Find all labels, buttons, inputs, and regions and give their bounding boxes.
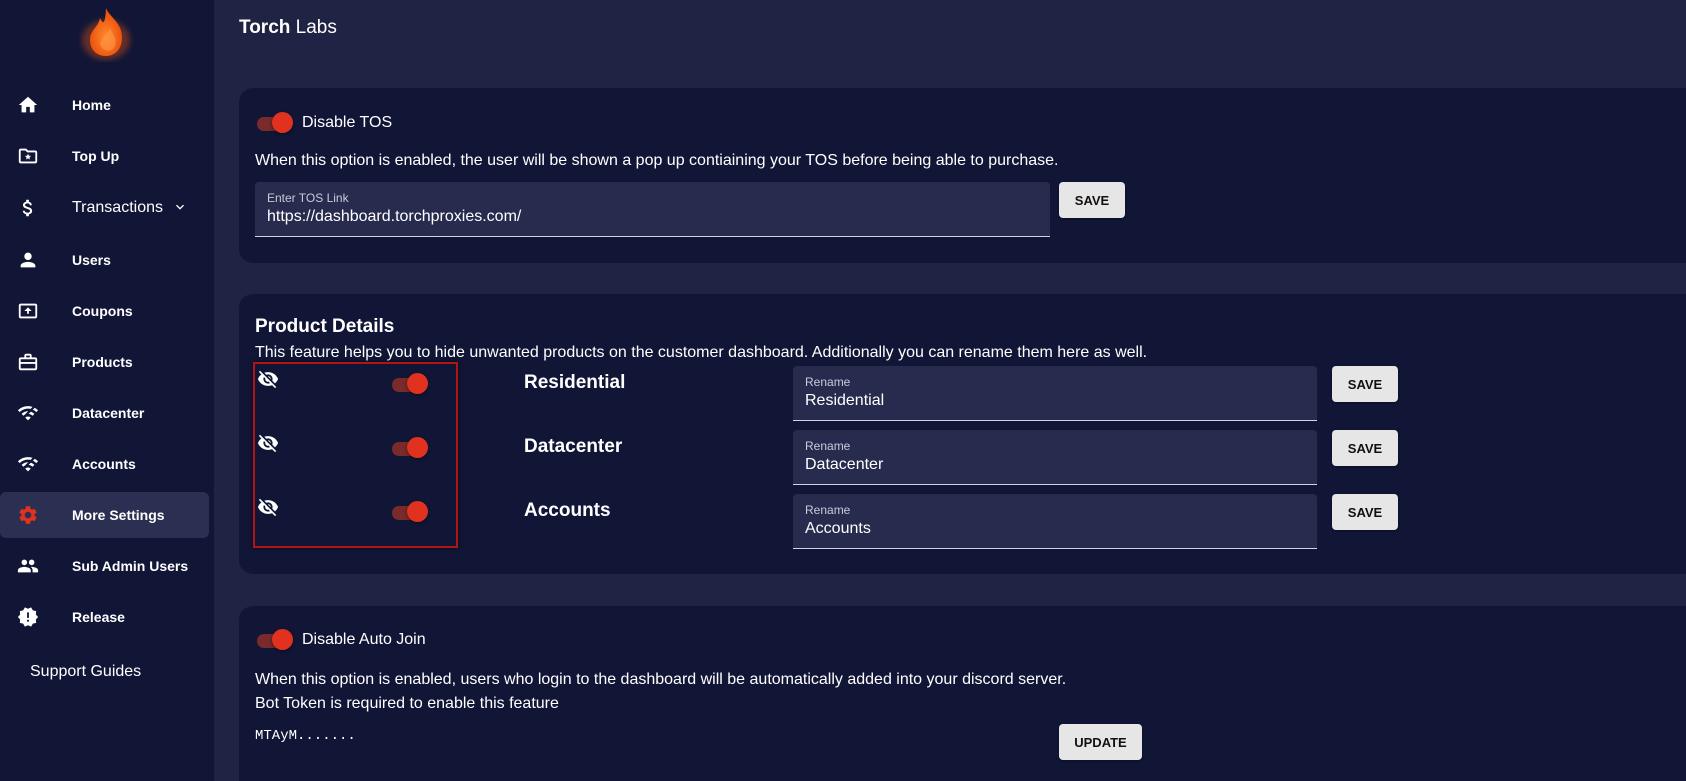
auto-join-description: When this option is enabled, users who l… — [255, 671, 1067, 688]
sidebar-item-label: Sub Admin Users — [72, 558, 189, 574]
sidebar-item-users[interactable]: Users — [0, 237, 209, 283]
sidebar-item-label: Home — [72, 97, 111, 113]
bot-token-value[interactable]: MTAyM....... — [255, 728, 356, 744]
product-name: Residential — [524, 372, 626, 393]
sidebar-item-label: Transactions — [72, 199, 163, 216]
sidebar-item-label: Accounts — [72, 456, 136, 472]
briefcase-icon — [16, 350, 40, 374]
accounts-toggle[interactable] — [390, 501, 428, 523]
chevron-down-icon[interactable] — [172, 199, 188, 218]
update-button[interactable]: UPDATE — [1059, 724, 1142, 760]
sidebar-item-coupons[interactable]: Coupons — [0, 288, 209, 334]
sidebar-item-datacenter[interactable]: Datacenter — [0, 390, 209, 436]
rename-save-button[interactable]: SAVE — [1332, 430, 1398, 466]
wifi-icon — [16, 401, 40, 425]
tos-link-input[interactable] — [267, 208, 983, 226]
brand-bold: Torch — [239, 17, 291, 38]
tos-title: Disable TOS — [302, 114, 393, 131]
tos-link-field[interactable]: Enter TOS Link — [255, 182, 1050, 237]
rename-save-button[interactable]: SAVE — [1332, 494, 1398, 530]
rename-label: Rename — [805, 375, 851, 389]
sidebar-item-products[interactable]: Products — [0, 339, 209, 385]
home-icon — [16, 93, 40, 117]
tos-description: When this option is enabled, the user wi… — [255, 152, 1059, 169]
tos-link-label: Enter TOS Link — [267, 191, 349, 205]
product-name: Datacenter — [524, 436, 623, 457]
wifi-icon — [16, 452, 40, 476]
sidebar-item-label: Users — [72, 252, 111, 268]
eye-off-icon[interactable] — [255, 432, 281, 454]
auto-join-title: Disable Auto Join — [302, 631, 426, 648]
product-details-description: This feature helps you to hide unwanted … — [255, 344, 1148, 361]
dollar-icon — [16, 196, 40, 220]
datacenter-toggle[interactable] — [390, 437, 428, 459]
sidebar-item-label: Datacenter — [72, 405, 145, 421]
auto-join-toggle[interactable] — [255, 629, 293, 651]
sidebar-item-accounts[interactable]: Accounts — [0, 441, 209, 487]
rename-input[interactable] — [805, 456, 1277, 474]
sidebar-item-transactions[interactable]: Transactions — [0, 185, 209, 231]
support-guides-link[interactable]: Support Guides — [30, 663, 141, 681]
page-title: Torch Labs — [239, 17, 337, 39]
tos-save-button[interactable]: SAVE — [1059, 182, 1125, 218]
sidebar-item-release[interactable]: Release — [0, 594, 209, 640]
rename-input[interactable] — [805, 520, 1277, 538]
rename-save-button[interactable]: SAVE — [1332, 366, 1398, 402]
product-details-title: Product Details — [255, 316, 395, 337]
torch-flame-logo[interactable] — [78, 4, 134, 62]
sidebar-item-sub-admin-users[interactable]: Sub Admin Users — [0, 543, 209, 589]
sidebar-item-top-up[interactable]: Top Up — [0, 133, 209, 179]
rename-input[interactable] — [805, 392, 1277, 410]
eye-off-icon[interactable] — [255, 368, 281, 390]
coupon-icon — [16, 299, 40, 323]
tos-toggle[interactable] — [255, 112, 293, 134]
user-icon — [16, 248, 40, 272]
rename-field[interactable]: Rename — [793, 430, 1317, 485]
sidebar-item-label: Top Up — [72, 148, 120, 164]
sidebar-item-label: Coupons — [72, 303, 133, 319]
rename-field[interactable]: Rename — [793, 494, 1317, 549]
sidebar-item-label: More Settings — [72, 507, 165, 523]
sidebar-item-label: Release — [72, 609, 125, 625]
eye-off-icon[interactable] — [255, 496, 281, 518]
sidebar-item-label: Products — [72, 354, 133, 370]
brand-rest: Labs — [295, 17, 337, 38]
sidebar-item-home[interactable]: Home — [0, 82, 209, 128]
rename-label: Rename — [805, 439, 851, 453]
rename-label: Rename — [805, 503, 851, 517]
product-details-card: Product Details This feature helps you t… — [239, 294, 1686, 574]
people-icon — [16, 554, 40, 578]
auto-join-note: Bot Token is required to enable this fea… — [255, 695, 559, 712]
auto-join-card: Disable Auto Join When this option is en… — [239, 606, 1686, 781]
product-name: Accounts — [524, 500, 611, 521]
alert-badge-icon — [16, 605, 40, 629]
folder-star-icon — [16, 144, 40, 168]
sidebar-item-more-settings[interactable]: More Settings — [0, 492, 209, 538]
residential-toggle[interactable] — [390, 373, 428, 395]
gear-icon — [16, 503, 40, 527]
sidebar: Home Top Up Transactions Users Coupons P… — [0, 0, 214, 781]
rename-field[interactable]: Rename — [793, 366, 1317, 421]
tos-card: Disable TOS When this option is enabled,… — [239, 88, 1686, 263]
